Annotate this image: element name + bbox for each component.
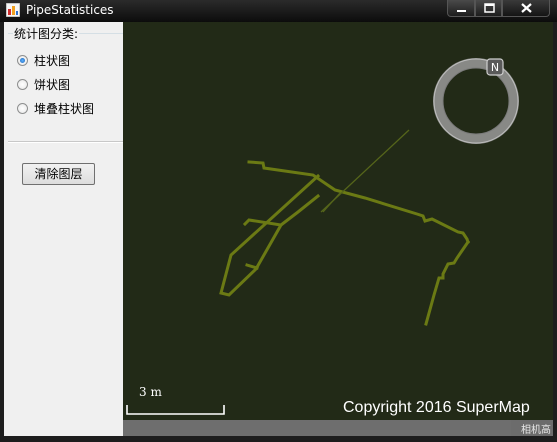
app-icon [6,3,20,17]
close-button[interactable] [502,0,550,17]
window-title: PipeStatistices [26,3,114,17]
radio-pie-chart[interactable]: 饼状图 [17,75,70,93]
radio-label: 饼状图 [34,77,71,92]
title-bar[interactable]: PipeStatistices [0,0,557,22]
pipe-east-drop [424,239,471,326]
compass-north-label: N [491,61,499,74]
window-border-bottom [0,436,557,442]
copyright-text: Copyright 2016 SuperMap [343,399,530,416]
map-view[interactable]: N 3 m Copyright 2016 SuperMap [123,22,553,436]
minimize-button[interactable] [447,0,475,17]
radio-label: 柱状图 [34,53,71,68]
radio-button[interactable] [17,78,28,90]
status-strip: 相机高 [123,420,553,436]
radio-stacked-bar-chart[interactable]: 堆叠柱状图 [17,99,94,117]
radio-selected-dot [20,57,25,63]
scale-bar [126,405,225,415]
radio-button[interactable] [17,54,28,66]
minimize-icon [457,10,466,12]
pipe-stub [245,263,259,270]
group-title: 统计图分类: [13,25,80,42]
compass-icon[interactable]: N [431,56,521,146]
radio-label: 堆叠柱状图 [34,101,95,116]
clear-layer-button[interactable]: 清除图层 [22,163,95,185]
pipe-main-a [247,160,470,244]
maximize-button[interactable] [475,0,502,17]
window-border-right [553,22,557,442]
close-icon [521,3,532,13]
radio-button[interactable] [17,102,28,114]
status-strip-fill [123,420,511,436]
pipe-thin-short [322,192,341,213]
app-window: PipeStatistices 统计图分类: 柱状图 饼状图 堆叠柱状图 清除图… [0,0,557,442]
camera-height-label: 相机高 [521,425,551,436]
chart-type-panel: 统计图分类: 柱状图 饼状图 堆叠柱状图 清除图层 [4,22,123,436]
separator [8,141,123,143]
pipe-branch [278,193,321,228]
radio-bar-chart[interactable]: 柱状图 [17,51,70,69]
scale-label: 3 m [139,385,162,399]
pipe-diagonal [219,173,321,297]
maximize-icon [484,3,495,13]
